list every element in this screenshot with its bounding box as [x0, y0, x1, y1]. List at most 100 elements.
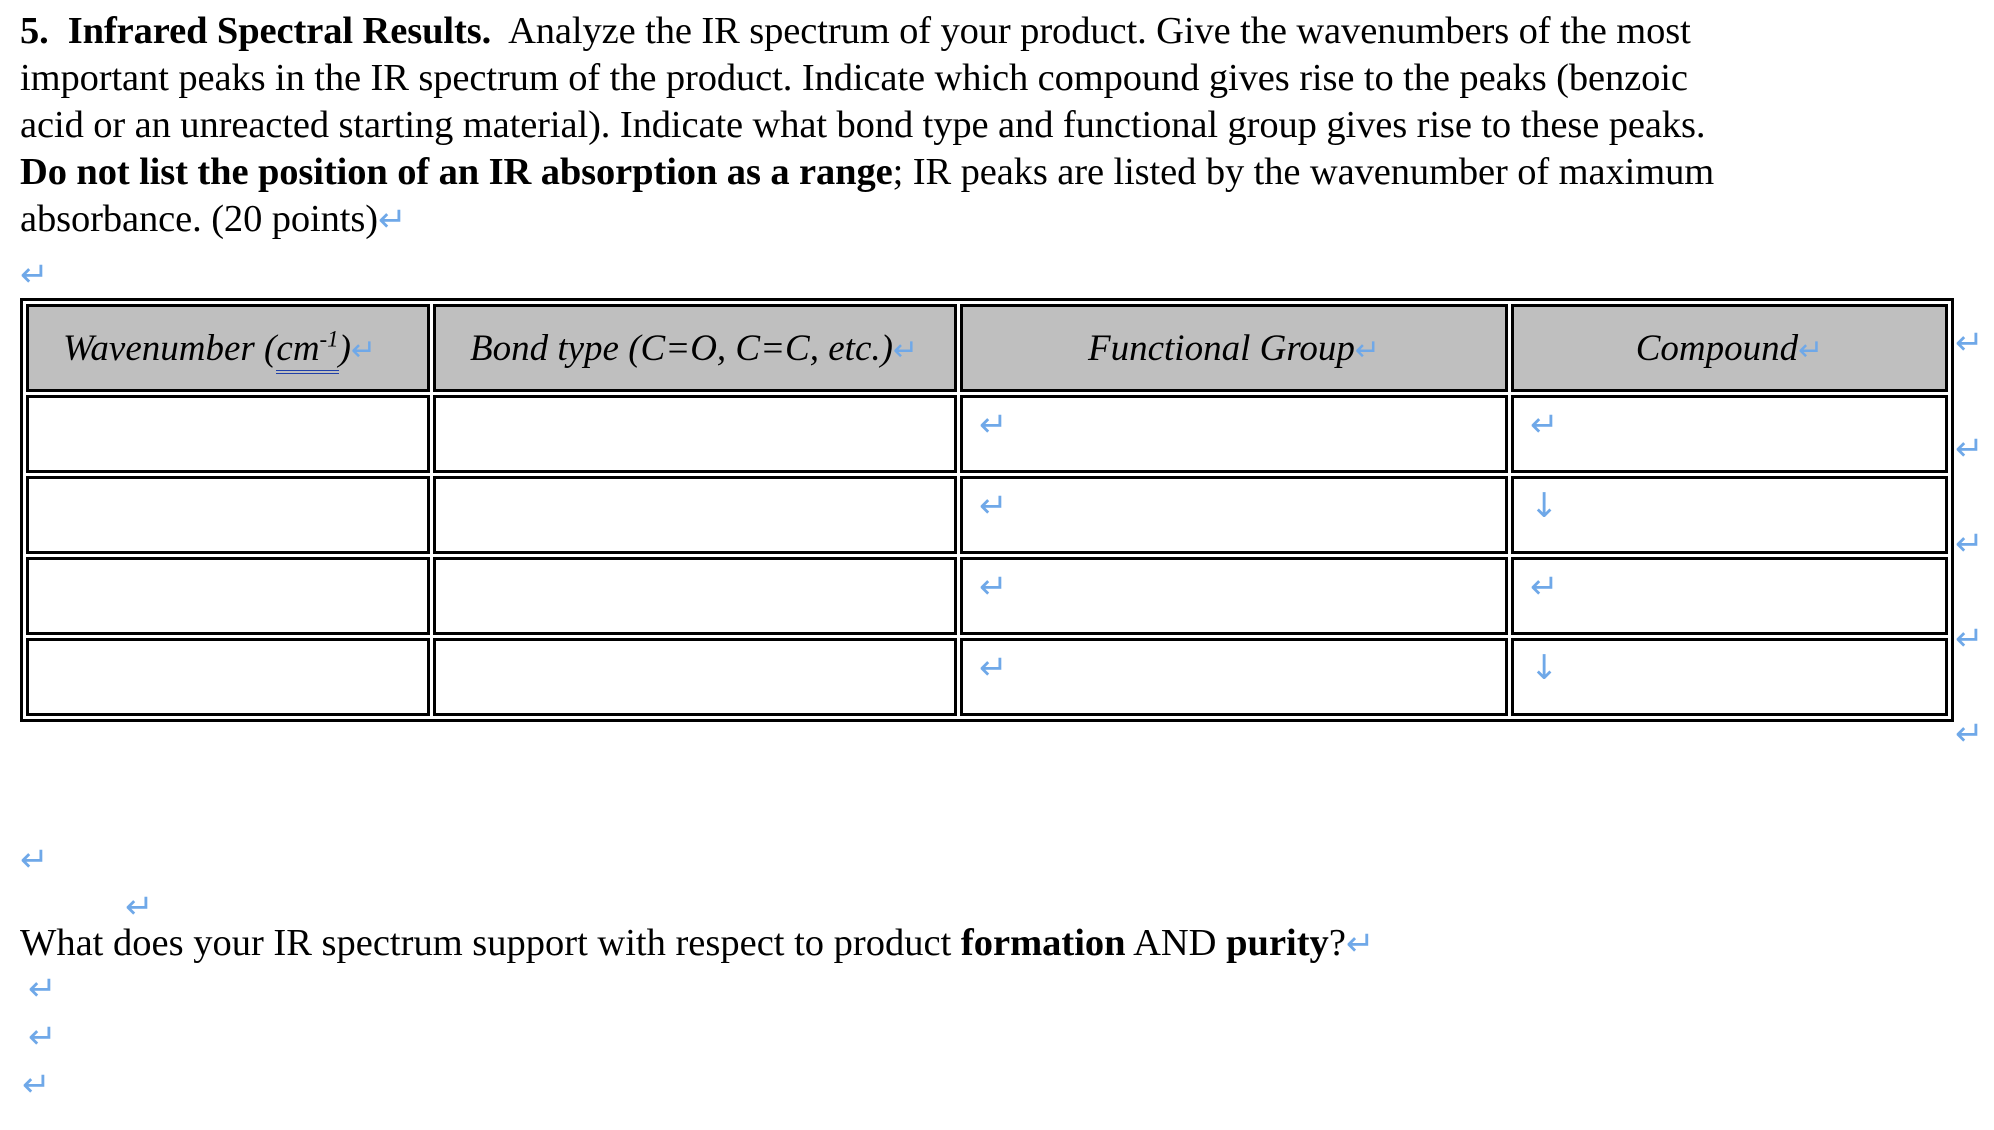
paragraph-mark-icon: ↵ — [979, 405, 1008, 445]
table-row: ↵ ↓ — [26, 476, 1948, 554]
column-header-wavenumber-unit: cm-1 — [276, 326, 339, 374]
cell-content — [436, 479, 954, 489]
cell-content — [29, 560, 427, 570]
trailing-paragraph-mark-2: ↵ — [28, 1020, 57, 1054]
table-row: ↵ ↵ — [26, 557, 1948, 635]
cell-functional-group[interactable]: ↵ — [960, 638, 1508, 716]
table-row: ↵ ↓ — [26, 638, 1948, 716]
cell-compound[interactable]: ↓ — [1511, 476, 1948, 554]
unit-exponent: -1 — [319, 326, 339, 352]
cell-content — [29, 479, 427, 489]
paragraph-mark-icon: ↵ — [1955, 619, 1984, 659]
cell-content: ↵ — [1514, 398, 1945, 442]
row-end-marks-column: ↵ ↵ ↵ ↵ ↵ — [1955, 298, 1994, 798]
cell-bond-type[interactable] — [433, 476, 957, 554]
row-end-mark: ↵ — [1955, 418, 1994, 513]
cell-bond-type[interactable] — [433, 638, 957, 716]
column-header-compound: Compound↵ — [1511, 304, 1948, 392]
cell-content — [436, 641, 954, 651]
intro-line-1: 5. Infrared Spectral Results. Analyze th… — [20, 8, 1975, 55]
cell-content: ↵ — [963, 398, 1505, 442]
down-arrow-icon: ↓ — [1530, 648, 1559, 688]
cell-functional-group[interactable]: ↵ — [960, 395, 1508, 473]
question-number: 5. — [20, 10, 49, 52]
cell-content: ↵ — [963, 641, 1505, 685]
cell-content: ↵ — [1514, 560, 1945, 604]
paragraph-mark-icon: ↵ — [892, 332, 919, 368]
followup-question-bold-formation: formation — [960, 922, 1126, 964]
paragraph-mark-icon: ↵ — [1530, 405, 1559, 445]
paragraph-mark-icon: ↵ — [1955, 524, 1984, 564]
ir-peaks-table-wrapper: Wavenumber (cm-1)↵ Bond type (C=O, C=C, … — [20, 298, 1954, 722]
paragraph-mark-icon: ↵ — [350, 332, 377, 368]
intro-line-4-rest: ; IR peaks are listed by the wavenumber … — [892, 151, 1715, 193]
followup-question: What does your IR spectrum support with … — [20, 920, 1970, 967]
trailing-paragraph-mark-3: ↵ — [22, 1068, 51, 1102]
followup-question-bold-purity: purity — [1226, 922, 1329, 964]
cell-compound[interactable]: ↵ — [1511, 395, 1948, 473]
cell-compound[interactable]: ↵ — [1511, 557, 1948, 635]
cell-content — [29, 398, 427, 408]
blank-paragraph-mark-3: ↵ — [125, 890, 154, 924]
table-row: ↵ ↵ — [26, 395, 1948, 473]
cell-compound[interactable]: ↓ — [1511, 638, 1948, 716]
intro-line-3: acid or an unreacted starting material).… — [20, 104, 1706, 146]
column-header-wavenumber-prefix: Wavenumber ( — [63, 327, 277, 369]
followup-question-block: What does your IR spectrum support with … — [20, 920, 1970, 967]
intro-line-4-bold: Do not list the position of an IR absorp… — [20, 151, 893, 193]
blank-paragraph-mark-1: ↵ — [20, 258, 49, 292]
cell-bond-type[interactable] — [433, 557, 957, 635]
cell-content — [436, 560, 954, 570]
question-intro-block: 5. Infrared Spectral Results. Analyze th… — [20, 8, 1975, 243]
cell-content: ↵ — [963, 560, 1505, 604]
down-arrow-icon: ↓ — [1530, 486, 1559, 526]
cell-content — [29, 641, 427, 651]
column-header-bond-type-label: Bond type (C=O, C=C, etc.) — [470, 327, 893, 369]
cell-bond-type[interactable] — [433, 395, 957, 473]
cell-wavenumber[interactable] — [26, 395, 430, 473]
intro-line-5: absorbance. (20 points)↵ — [20, 196, 1975, 243]
column-header-bond-type: Bond type (C=O, C=C, etc.)↵ — [433, 304, 957, 392]
cell-content: ↵ — [963, 479, 1505, 523]
followup-question-part-1: What does your IR spectrum support with … — [20, 922, 961, 964]
unit-cm: cm — [276, 327, 320, 369]
cell-wavenumber[interactable] — [26, 557, 430, 635]
paragraph-mark-icon: ↵ — [1955, 429, 1984, 469]
ir-peaks-table: Wavenumber (cm-1)↵ Bond type (C=O, C=C, … — [20, 298, 1954, 722]
row-end-mark: ↵ — [1955, 513, 1994, 608]
column-header-wavenumber: Wavenumber (cm-1)↵ — [26, 304, 430, 392]
paragraph-mark-icon: ↵ — [1345, 924, 1375, 964]
cell-functional-group[interactable]: ↵ — [960, 476, 1508, 554]
cell-content — [436, 398, 954, 408]
paragraph-mark-icon: ↵ — [1354, 332, 1380, 368]
intro-line-5-text: absorbance. (20 points) — [20, 198, 378, 240]
question-title: Infrared Spectral Results. — [67, 10, 492, 52]
paragraph-mark-icon: ↵ — [979, 486, 1008, 526]
row-end-mark: ↵ — [1955, 608, 1994, 703]
blank-paragraph-mark-2: ↵ — [20, 843, 49, 877]
paragraph-mark-icon: ↵ — [1955, 714, 1984, 754]
column-header-compound-label: Compound — [1635, 327, 1799, 369]
document-page: 5. Infrared Spectral Results. Analyze th… — [0, 0, 1994, 1130]
table-header-row: Wavenumber (cm-1)↵ Bond type (C=O, C=C, … — [26, 304, 1948, 392]
paragraph-mark-icon: ↵ — [1955, 323, 1984, 363]
cell-content: ↓ — [1514, 479, 1945, 523]
followup-question-part-3: ? — [1328, 922, 1346, 964]
cell-wavenumber[interactable] — [26, 476, 430, 554]
intro-line-1-rest: Analyze the IR spectrum of your product.… — [508, 10, 1691, 52]
paragraph-mark-icon: ↵ — [378, 200, 407, 240]
column-header-wavenumber-suffix: ) — [338, 327, 351, 369]
paragraph-mark-icon: ↵ — [28, 1017, 57, 1057]
column-header-functional-group: Functional Group↵ — [960, 304, 1508, 392]
paragraph-mark-icon: ↵ — [22, 1065, 51, 1105]
paragraph-mark-icon: ↵ — [979, 648, 1008, 688]
row-end-mark: ↵ — [1955, 703, 1994, 798]
intro-line-4: Do not list the position of an IR absorp… — [20, 149, 1975, 196]
column-header-functional-group-label: Functional Group — [1088, 327, 1355, 369]
cell-wavenumber[interactable] — [26, 638, 430, 716]
followup-question-part-2: AND — [1125, 922, 1227, 964]
table-body: ↵ ↵ ↵ ↓ ↵ ↵ ↵ ↓ — [26, 395, 1948, 716]
cell-content: ↓ — [1514, 641, 1945, 685]
cell-functional-group[interactable]: ↵ — [960, 557, 1508, 635]
trailing-paragraph-mark-1: ↵ — [28, 972, 57, 1006]
